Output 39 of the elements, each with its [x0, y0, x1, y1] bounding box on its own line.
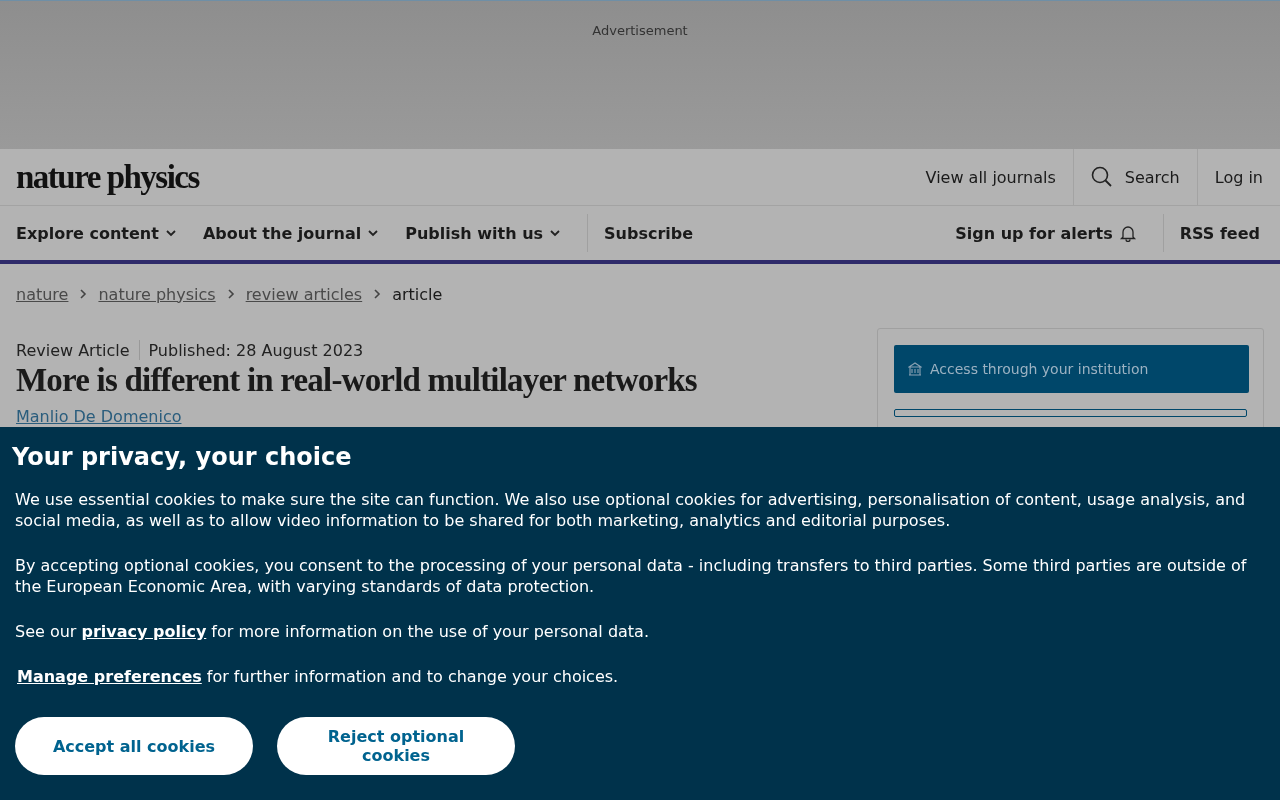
banner-text: for further information and to change your choices. — [206, 666, 619, 687]
chevron-down-icon — [367, 229, 380, 237]
building-icon — [908, 362, 922, 376]
privacy-policy-link[interactable]: privacy policy — [81, 621, 207, 642]
chevron-down-icon — [549, 229, 562, 237]
banner-title: Your privacy, your choice — [12, 443, 353, 471]
chevron-right-icon — [78, 288, 89, 300]
chevron-down-icon — [164, 229, 177, 237]
banner-paragraph: We use essential cookies to make sure the site can function. We also use optional cookies for advertising, personalisation of content, usage analysis, and social media, as well as to allow video information to be shared for both marketing, analytics and editorial purposes. — [15, 489, 1247, 531]
banner-paragraph: By accepting optional cookies, you consent to the processing of your personal data - including transfers to third parties. Some third parties are outside of the European Economic Area, with varying standards of data protection. — [15, 555, 1248, 597]
nav-menu-item[interactable]: Publish with us — [405, 223, 562, 243]
article-type: Review Article — [16, 340, 130, 360]
nav-menu-item[interactable]: About the journal — [202, 223, 380, 243]
publish-date: Published: 28 August 2023 — [148, 340, 364, 360]
accept-button[interactable]: Accept all cookies — [15, 717, 253, 775]
breadcrumb-link[interactable]: nature — [16, 284, 69, 304]
search-icon — [1090, 166, 1113, 188]
nav-link[interactable]: RSS feed — [1179, 223, 1260, 243]
breadcrumb-link[interactable]: nature physics — [98, 284, 216, 304]
breadcrumb-current: article — [392, 284, 443, 304]
header-link[interactable]: View all journals — [908, 149, 1073, 205]
bell-icon — [1118, 224, 1137, 242]
article-title: More is different in real-world multilayer networks — [16, 362, 697, 399]
banner-text: for more information on the use of your personal data. — [211, 621, 649, 642]
breadcrumb-link[interactable]: review articles — [245, 284, 363, 304]
chevron-right-icon — [225, 288, 236, 300]
advertisement-label: Advertisement — [592, 23, 688, 39]
manage-preferences-link[interactable]: Manage preferences — [17, 666, 202, 687]
access-button[interactable]: Access through your institution — [894, 345, 1249, 393]
header-link[interactable]: Log in — [1196, 149, 1280, 205]
banner-text: See our — [15, 621, 77, 642]
search-button[interactable]: Search — [1072, 149, 1197, 205]
nav-menu-item[interactable]: Explore content — [16, 223, 177, 243]
chevron-right-icon — [372, 288, 383, 300]
reject-button[interactable]: Reject optional cookies — [277, 717, 515, 775]
nav-link[interactable]: Sign up for alerts — [955, 223, 1137, 243]
secondary-button[interactable] — [894, 409, 1247, 417]
nav-menu-item[interactable]: Subscribe — [604, 223, 694, 243]
journal-logo[interactable]: nature physics — [16, 158, 199, 196]
